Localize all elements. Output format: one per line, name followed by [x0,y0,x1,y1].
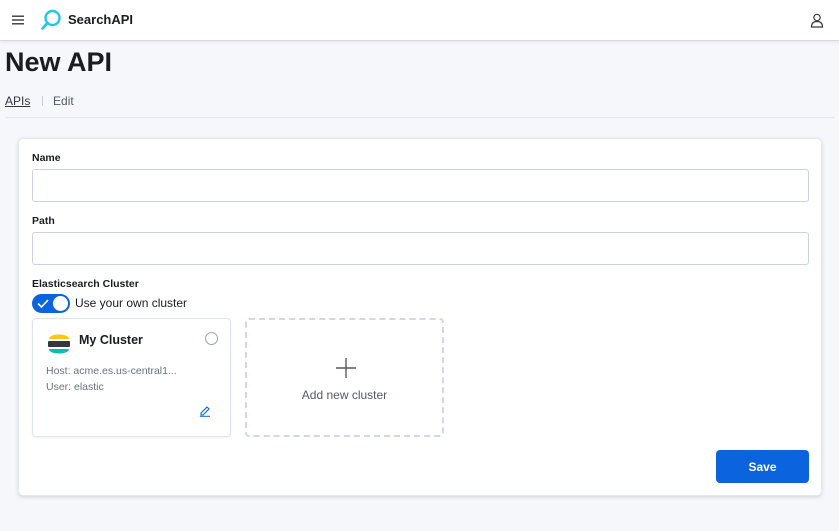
own-cluster-toggle[interactable] [32,294,70,313]
check-icon [37,299,49,309]
top-bar: SearchAPI [0,0,839,41]
cluster-name: My Cluster [79,333,143,347]
add-cluster-card[interactable]: Add new cluster [245,318,444,437]
elasticsearch-logo-icon [48,334,70,354]
add-cluster-label: Add new cluster [301,388,388,402]
breadcrumb-separator [41,96,43,106]
toggle-knob [52,295,69,312]
cluster-host: Host: acme.es.us-central1... [46,365,177,377]
breadcrumb-apis-link[interactable]: APIs [5,94,30,108]
breadcrumb-current: Edit [53,94,74,108]
cluster-select-radio[interactable] [205,332,218,345]
page-title: New API [5,47,113,77]
title-divider [5,117,835,118]
pencil-icon[interactable] [199,405,211,417]
save-button[interactable]: Save [716,450,809,483]
cluster-section-label: Elasticsearch Cluster [32,278,139,290]
path-input[interactable] [32,232,809,265]
brand-name[interactable]: SearchAPI [68,12,133,27]
user-icon[interactable] [810,13,824,28]
path-label: Path [32,215,55,227]
search-logo-icon[interactable] [40,9,62,31]
plus-icon [336,358,356,378]
breadcrumb: APIs Edit [5,94,74,108]
own-cluster-toggle-label[interactable]: Use your own cluster [75,296,187,310]
cluster-card[interactable]: My Cluster Host: acme.es.us-central1... … [32,318,231,437]
cluster-user: User: elastic [46,381,104,393]
menu-icon[interactable] [11,14,25,26]
name-label: Name [32,152,61,164]
name-input[interactable] [32,169,809,202]
api-form-panel: Name Path Elasticsearch Cluster Use your… [18,138,822,496]
